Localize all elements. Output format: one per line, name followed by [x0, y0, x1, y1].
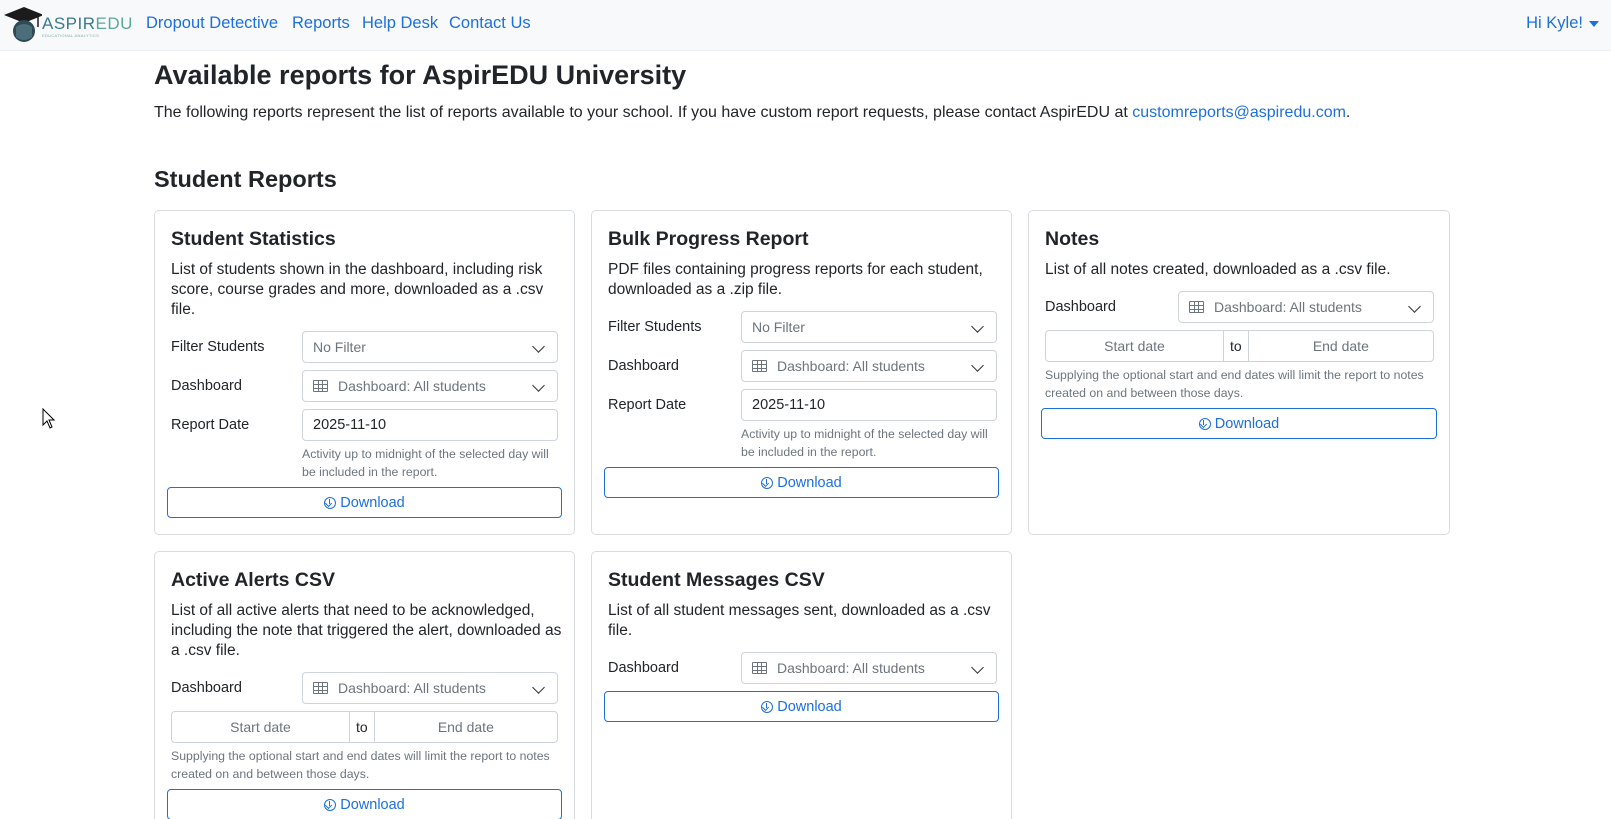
table-icon	[313, 682, 328, 694]
brand-name: ASPIREDU	[42, 14, 133, 33]
caret-down-icon	[1589, 20, 1599, 27]
range-help-text: Supplying the optional start and end dat…	[171, 749, 550, 781]
dashboard-label: Dashboard	[171, 680, 242, 696]
table-icon	[752, 360, 767, 372]
card-description: List of all student messages sent, downl…	[608, 602, 991, 639]
download-icon	[324, 798, 337, 811]
dashboard-select[interactable]: Dashboard: All students	[741, 652, 997, 684]
table-icon	[313, 380, 328, 392]
start-date-input[interactable]: Start date	[1045, 330, 1224, 362]
report-date-input[interactable]: 2025-11-10	[741, 389, 997, 421]
download-icon	[1198, 417, 1211, 430]
dashboard-label: Dashboard	[608, 660, 679, 676]
dashboard-label: Dashboard	[171, 378, 242, 394]
filter-select[interactable]: No Filter	[302, 331, 558, 363]
report-date-label: Report Date	[171, 417, 250, 433]
card-title: Notes	[1045, 228, 1100, 250]
download-icon	[324, 496, 337, 509]
dashboard-label: Dashboard	[1045, 299, 1116, 315]
chevron-down-icon	[532, 379, 545, 392]
date-range: Start date to End date	[171, 711, 558, 743]
card-notes: Notes List of all notes created, downloa…	[1028, 210, 1450, 535]
card-description: List of students shown in the dashboard,…	[171, 261, 544, 318]
chevron-down-icon	[532, 340, 545, 353]
navbar: ASPIREDU EDUCATIONAL ANALYTICS Dropout D…	[0, 0, 1611, 51]
card-title: Student Messages CSV	[608, 569, 825, 591]
date-range: Start date to End date	[1045, 330, 1434, 362]
download-button[interactable]: Download	[167, 487, 562, 518]
table-icon	[752, 662, 767, 674]
card-title: Student Statistics	[171, 228, 336, 250]
chevron-down-icon	[971, 320, 984, 333]
chevron-down-icon	[971, 359, 984, 372]
report-date-label: Report Date	[608, 397, 687, 413]
filter-label: Filter Students	[608, 319, 702, 335]
chevron-down-icon	[532, 681, 545, 694]
card-student-statistics: Student Statistics List of students show…	[154, 210, 575, 535]
download-button[interactable]: Download	[604, 691, 999, 722]
section-title: Student Reports	[154, 166, 337, 192]
card-description: PDF files containing progress reports fo…	[608, 261, 983, 298]
nav-dropout-detective[interactable]: Dropout Detective	[146, 14, 278, 33]
download-button[interactable]: Download	[1041, 408, 1437, 439]
chevron-down-icon	[1408, 300, 1421, 313]
dashboard-select[interactable]: Dashboard: All students	[741, 350, 997, 382]
filter-label: Filter Students	[171, 339, 265, 355]
card-bulk-progress-report: Bulk Progress Report PDF files containin…	[591, 210, 1012, 535]
user-greeting: Hi Kyle!	[1526, 14, 1583, 32]
range-help-text: Supplying the optional start and end dat…	[1045, 368, 1424, 400]
card-student-messages: Student Messages CSV List of all student…	[591, 551, 1012, 819]
dashboard-select[interactable]: Dashboard: All students	[302, 370, 558, 402]
brand-logo[interactable]: ASPIREDU EDUCATIONAL ANALYTICS	[2, 3, 132, 43]
nav-contact-us[interactable]: Contact Us	[449, 14, 531, 33]
mouse-cursor-icon	[42, 407, 56, 435]
table-icon	[1189, 301, 1204, 313]
email-link[interactable]: customreports@aspiredu.com	[1132, 104, 1346, 121]
graduation-cap-icon	[2, 3, 44, 43]
filter-select[interactable]: No Filter	[741, 311, 997, 343]
date-help-text: Activity up to midnight of the selected …	[302, 447, 549, 479]
date-help-text: Activity up to midnight of the selected …	[741, 427, 988, 459]
download-button[interactable]: Download	[604, 467, 999, 498]
user-menu[interactable]: Hi Kyle!	[1526, 14, 1599, 33]
card-description: List of all active alerts that need to b…	[171, 602, 562, 659]
nav-reports[interactable]: Reports	[292, 14, 350, 33]
range-separator: to	[1224, 330, 1248, 362]
download-icon	[761, 700, 774, 713]
start-date-input[interactable]: Start date	[171, 711, 350, 743]
card-title: Bulk Progress Report	[608, 228, 809, 250]
end-date-input[interactable]: End date	[373, 711, 558, 743]
end-date-input[interactable]: End date	[1247, 330, 1434, 362]
card-description: List of all notes created, downloaded as…	[1045, 261, 1391, 278]
intro-text: The following reports represent the list…	[154, 104, 1351, 121]
dashboard-select[interactable]: Dashboard: All students	[302, 672, 558, 704]
dashboard-select[interactable]: Dashboard: All students	[1178, 291, 1434, 323]
card-active-alerts: Active Alerts CSV List of all active ale…	[154, 551, 575, 819]
range-separator: to	[350, 711, 374, 743]
page-title: Available reports for AspirEDU Universit…	[154, 60, 687, 90]
chevron-down-icon	[971, 661, 984, 674]
nav-help-desk[interactable]: Help Desk	[362, 14, 438, 33]
dashboard-label: Dashboard	[608, 358, 679, 374]
card-title: Active Alerts CSV	[171, 569, 336, 591]
download-button[interactable]: Download	[167, 789, 562, 819]
download-icon	[761, 476, 774, 489]
report-date-input[interactable]: 2025-11-10	[302, 409, 558, 441]
brand-tagline: EDUCATIONAL ANALYTICS	[42, 33, 100, 38]
